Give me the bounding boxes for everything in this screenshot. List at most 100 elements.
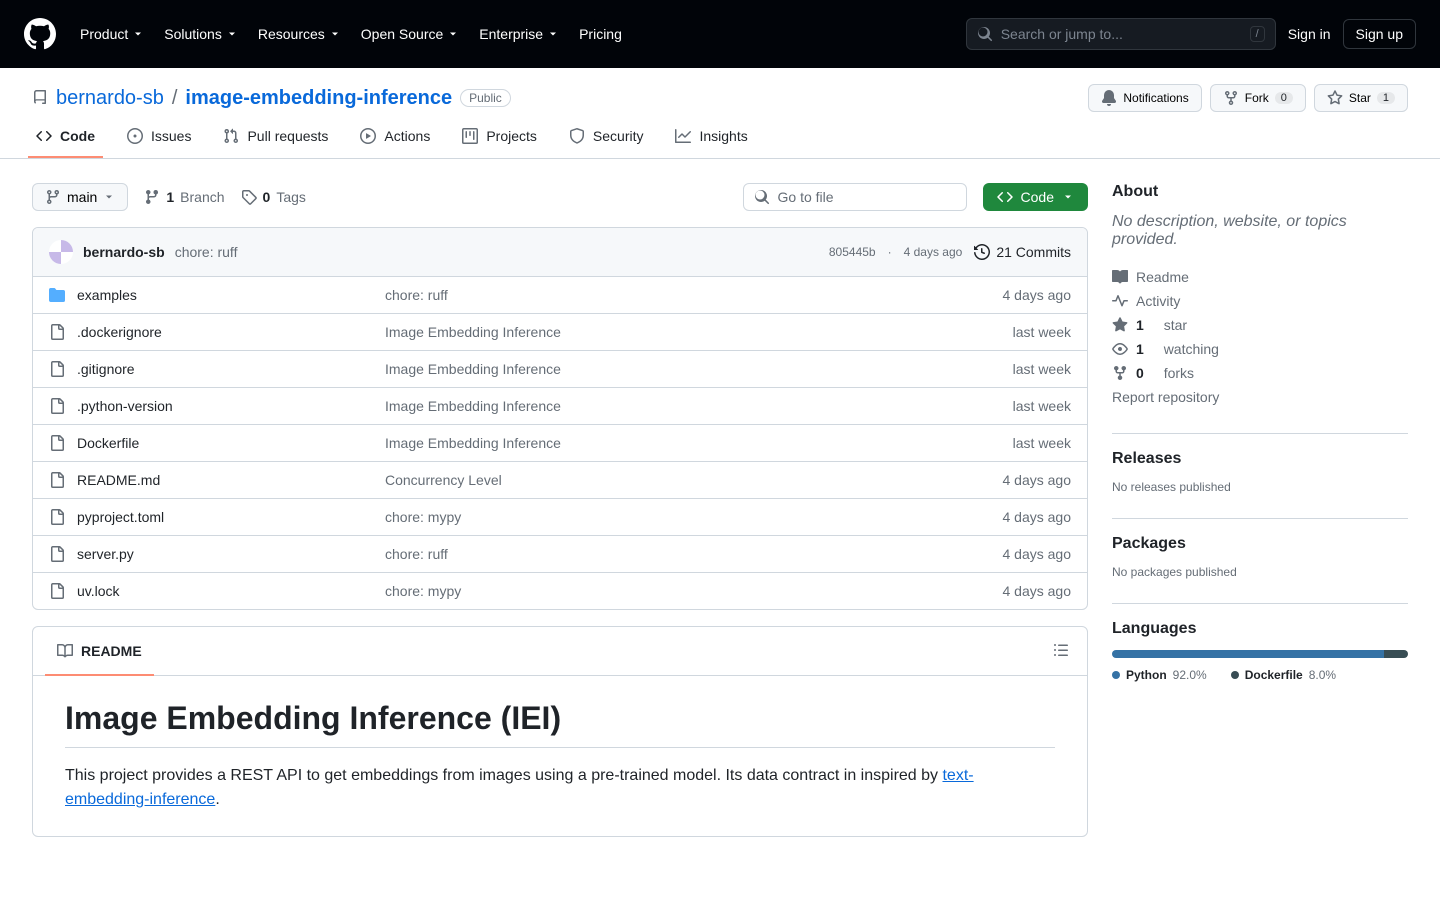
file-toolbar: main 1Branch 0Tags Go to file Code xyxy=(32,183,1088,211)
tags-link[interactable]: 0Tags xyxy=(241,189,306,205)
nav-open-source[interactable]: Open Source xyxy=(353,20,468,48)
repo-name-link[interactable]: image-embedding-inference xyxy=(185,87,452,110)
fork-button[interactable]: Fork 0 xyxy=(1210,84,1306,112)
avatar[interactable] xyxy=(49,240,73,264)
stars-link[interactable]: 1 star xyxy=(1112,313,1408,337)
sign-in-button[interactable]: Sign in xyxy=(1288,26,1331,42)
nav-resources[interactable]: Resources xyxy=(250,20,349,48)
divider xyxy=(1112,433,1408,434)
branch-icon xyxy=(144,189,160,205)
file-commit-msg[interactable]: chore: ruff xyxy=(385,287,935,303)
watching-link[interactable]: 1 watching xyxy=(1112,337,1408,361)
file-commit-msg[interactable]: Image Embedding Inference xyxy=(385,324,935,340)
lang-segment-dockerfile xyxy=(1384,650,1408,658)
sign-up-button[interactable]: Sign up xyxy=(1343,19,1416,49)
nav-product[interactable]: Product xyxy=(72,20,152,48)
forks-link[interactable]: 0 forks xyxy=(1112,361,1408,385)
readme-link[interactable]: Readme xyxy=(1112,265,1408,289)
language-bar xyxy=(1112,650,1408,658)
tab-actions[interactable]: Actions xyxy=(348,120,442,158)
insights-icon xyxy=(675,128,691,144)
star-button[interactable]: Star 1 xyxy=(1314,84,1408,112)
file-name[interactable]: examples xyxy=(49,287,369,303)
lang-segment-python xyxy=(1112,650,1384,658)
file-icon xyxy=(49,546,65,562)
file-commit-msg[interactable]: Image Embedding Inference xyxy=(385,435,935,451)
file-name[interactable]: pyproject.toml xyxy=(49,509,369,525)
tab-insights[interactable]: Insights xyxy=(663,120,759,158)
owner-link[interactable]: bernardo-sb xyxy=(56,87,164,110)
search-input[interactable]: Search or jump to... / xyxy=(966,18,1276,50)
global-header: Product Solutions Resources Open Source … xyxy=(0,0,1440,68)
nav-links: Product Solutions Resources Open Source … xyxy=(72,20,630,48)
file-name[interactable]: .gitignore xyxy=(49,361,369,377)
nav-pricing[interactable]: Pricing xyxy=(571,20,630,48)
activity-link[interactable]: Activity xyxy=(1112,289,1408,313)
star-icon xyxy=(1327,90,1343,106)
report-link[interactable]: Report repository xyxy=(1112,385,1408,409)
file-icon xyxy=(49,472,65,488)
tab-security[interactable]: Security xyxy=(557,120,656,158)
file-name[interactable]: .python-version xyxy=(49,398,369,414)
code-button[interactable]: Code xyxy=(983,183,1088,211)
file-time: last week xyxy=(951,398,1071,414)
file-commit-msg[interactable]: Image Embedding Inference xyxy=(385,398,935,414)
tab-pull-requests[interactable]: Pull requests xyxy=(211,120,340,158)
branches-link[interactable]: 1Branch xyxy=(144,189,224,205)
divider xyxy=(1112,603,1408,604)
branch-switcher[interactable]: main xyxy=(32,183,128,211)
fork-icon xyxy=(1112,365,1128,381)
tab-code[interactable]: Code xyxy=(24,120,107,158)
about-section: About No description, website, or topics… xyxy=(1112,183,1408,409)
readme-paragraph: This project provides a REST API to get … xyxy=(65,764,1055,812)
file-name[interactable]: .dockerignore xyxy=(49,324,369,340)
file-commit-msg[interactable]: chore: mypy xyxy=(385,583,935,599)
file-time: last week xyxy=(951,324,1071,340)
lang-item-python[interactable]: Python92.0% xyxy=(1112,668,1207,682)
tab-issues[interactable]: Issues xyxy=(115,120,203,158)
go-to-file-input[interactable]: Go to file xyxy=(743,183,967,211)
file-commit-msg[interactable]: chore: ruff xyxy=(385,546,935,562)
file-time: 4 days ago xyxy=(951,509,1071,525)
file-commit-msg[interactable]: Image Embedding Inference xyxy=(385,361,935,377)
about-description: No description, website, or topics provi… xyxy=(1112,213,1408,249)
commits-link[interactable]: 21 Commits xyxy=(974,244,1071,260)
file-commit-msg[interactable]: Concurrency Level xyxy=(385,472,935,488)
file-name[interactable]: uv.lock xyxy=(49,583,369,599)
toc-button[interactable] xyxy=(1047,636,1075,667)
nav-enterprise[interactable]: Enterprise xyxy=(471,20,567,48)
languages-title: Languages xyxy=(1112,620,1408,638)
commit-author[interactable]: bernardo-sb xyxy=(83,244,165,260)
releases-title: Releases xyxy=(1112,450,1408,468)
packages-section: Packages No packages published xyxy=(1112,535,1408,579)
commit-message[interactable]: chore: ruff xyxy=(175,244,238,260)
actions-icon xyxy=(360,128,376,144)
code-icon xyxy=(997,189,1013,205)
file-row: exampleschore: ruff4 days ago xyxy=(33,277,1087,314)
commit-sha[interactable]: 805445b xyxy=(829,245,876,259)
repo-title: bernardo-sb / image-embedding-inference … xyxy=(32,87,511,110)
github-logo[interactable] xyxy=(24,18,56,50)
readme-body: Image Embedding Inference (IEI) This pro… xyxy=(33,676,1087,836)
main-content: main 1Branch 0Tags Go to file Code xyxy=(32,183,1088,837)
divider xyxy=(1112,518,1408,519)
nav-solutions[interactable]: Solutions xyxy=(156,20,246,48)
file-commit-msg[interactable]: chore: mypy xyxy=(385,509,935,525)
search-placeholder: Search or jump to... xyxy=(1001,26,1123,42)
file-time: 4 days ago xyxy=(951,472,1071,488)
readme-tab[interactable]: README xyxy=(45,635,154,667)
file-row: README.md Concurrency Level 4 days ago xyxy=(33,462,1087,499)
header-right: Search or jump to... / Sign in Sign up xyxy=(966,18,1416,50)
file-name[interactable]: Dockerfile xyxy=(49,435,369,451)
commit-meta: 805445b · 4 days ago 21 Commits xyxy=(829,244,1071,260)
notifications-button[interactable]: Notifications xyxy=(1088,84,1201,112)
file-name[interactable]: server.py xyxy=(49,546,369,562)
lang-item-dockerfile[interactable]: Dockerfile8.0% xyxy=(1231,668,1336,682)
file-row: .gitignoreImage Embedding Inferencelast … xyxy=(33,351,1087,388)
separator: / xyxy=(172,87,178,110)
star-count: 1 xyxy=(1377,92,1395,104)
file-name[interactable]: README.md xyxy=(49,472,369,488)
repo-actions: Notifications Fork 0 Star 1 xyxy=(1088,84,1408,112)
file-row: .python-version Image Embedding Inference… xyxy=(33,388,1087,425)
tab-projects[interactable]: Projects xyxy=(450,120,549,158)
